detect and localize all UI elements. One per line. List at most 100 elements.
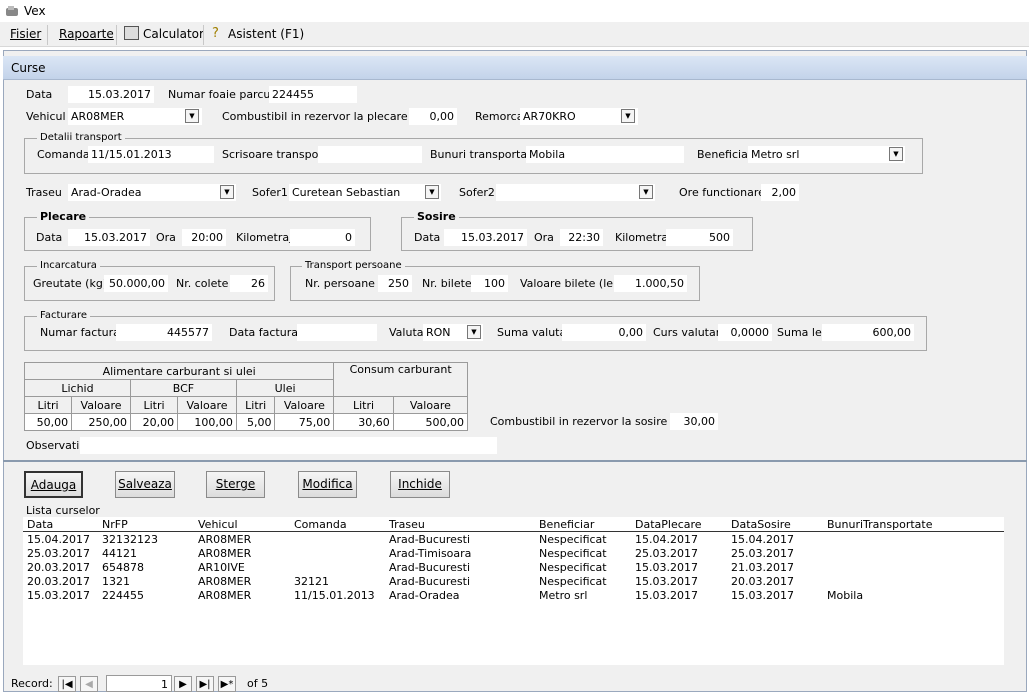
suma-valuta-field[interactable]: 0,00 bbox=[562, 324, 646, 341]
lichid-valoare-field[interactable]: 250,00 bbox=[71, 413, 131, 431]
table-cell[interactable]: 25.03.2017 bbox=[635, 547, 698, 560]
persoane-nr-field[interactable]: 250 bbox=[378, 275, 412, 292]
last-record-icon[interactable]: ▶| bbox=[196, 676, 214, 692]
next-record-icon[interactable]: ▶ bbox=[174, 676, 192, 692]
table-cell[interactable]: 32121 bbox=[294, 575, 329, 588]
plecare-data-field[interactable]: 15.03.2017 bbox=[68, 229, 150, 246]
table-cell[interactable]: 15.03.2017 bbox=[635, 561, 698, 574]
table-cell[interactable]: Nespecificat bbox=[539, 533, 607, 546]
modifica-button[interactable]: Modifica bbox=[298, 471, 357, 498]
lichid-litri-field[interactable]: 50,00 bbox=[23, 413, 73, 431]
new-record-icon[interactable]: ▶* bbox=[218, 676, 236, 692]
foaie-field[interactable]: 224455 bbox=[269, 86, 357, 103]
menu-fisier[interactable]: Fisier bbox=[10, 27, 41, 41]
valoare-bilete-field[interactable]: 1.000,50 bbox=[614, 275, 687, 292]
salveaza-button[interactable]: Salveaza bbox=[115, 471, 175, 498]
menu-calculator[interactable]: Calculator bbox=[143, 27, 204, 41]
ulei-litri-field[interactable]: 5,00 bbox=[235, 413, 276, 431]
table-cell[interactable]: 15.03.2017 bbox=[635, 589, 698, 602]
data-factura-field[interactable] bbox=[297, 324, 377, 341]
table-cell[interactable]: 1321 bbox=[102, 575, 130, 588]
vehicul-dropdown-icon[interactable]: ▼ bbox=[185, 109, 199, 123]
adauga-button[interactable]: Adauga bbox=[24, 471, 83, 498]
beneficiar-dropdown-icon[interactable]: ▼ bbox=[889, 147, 903, 161]
column-header-vehicul[interactable]: Vehicul bbox=[198, 518, 238, 531]
table-cell[interactable]: 20.03.2017 bbox=[27, 561, 90, 574]
table-cell[interactable]: Nespecificat bbox=[539, 561, 607, 574]
menu-rapoarte[interactable]: Rapoarte bbox=[59, 27, 114, 41]
sterge-button[interactable]: Sterge bbox=[206, 471, 265, 498]
column-header-beneficiar[interactable]: Beneficiar bbox=[539, 518, 594, 531]
table-cell[interactable]: Nespecificat bbox=[539, 547, 607, 560]
column-header-dataplecare[interactable]: DataPlecare bbox=[635, 518, 702, 531]
scrisoare-field[interactable] bbox=[318, 146, 422, 163]
column-header-datasosire[interactable]: DataSosire bbox=[731, 518, 791, 531]
colete-field[interactable]: 26 bbox=[230, 275, 268, 292]
plecare-ora-field[interactable]: 20:00 bbox=[182, 229, 226, 246]
help-icon[interactable]: ? bbox=[212, 26, 219, 41]
table-cell[interactable]: AR08MER bbox=[198, 533, 251, 546]
bilete-field[interactable]: 100 bbox=[471, 275, 508, 292]
beneficiar-select[interactable]: Metro srl bbox=[748, 146, 905, 163]
table-cell[interactable]: 15.03.2017 bbox=[27, 589, 90, 602]
calculator-icon[interactable] bbox=[124, 26, 139, 40]
table-cell[interactable]: 44121 bbox=[102, 547, 137, 560]
table-cell[interactable]: Arad-Bucuresti bbox=[389, 533, 470, 546]
column-header-bunuri[interactable]: BunuriTransportate bbox=[827, 518, 932, 531]
table-cell[interactable]: Metro srl bbox=[539, 589, 587, 602]
curse-list[interactable]: Data NrFP Vehicul Comanda Traseu Benefic… bbox=[23, 517, 1004, 665]
column-header-comanda[interactable]: Comanda bbox=[294, 518, 347, 531]
inchide-button[interactable]: Inchide bbox=[390, 471, 450, 498]
table-cell[interactable]: 15.04.2017 bbox=[731, 533, 794, 546]
table-cell[interactable]: Arad-Timisoara bbox=[389, 547, 471, 560]
sofer2-select[interactable] bbox=[496, 184, 655, 201]
table-cell[interactable]: 15.04.2017 bbox=[635, 533, 698, 546]
bcf-litri-field[interactable]: 20,00 bbox=[129, 413, 179, 431]
table-cell[interactable]: 20.03.2017 bbox=[27, 575, 90, 588]
comanda-field[interactable]: 11/15.01.2013 bbox=[88, 146, 214, 163]
table-cell[interactable]: 20.03.2017 bbox=[731, 575, 794, 588]
previous-record-icon[interactable]: ◀ bbox=[80, 676, 98, 692]
table-cell[interactable]: Mobila bbox=[827, 589, 863, 602]
table-cell[interactable]: 15.03.2017 bbox=[731, 589, 794, 602]
bcf-valoare-field[interactable]: 100,00 bbox=[177, 413, 237, 431]
sofer1-dropdown-icon[interactable]: ▼ bbox=[425, 185, 439, 199]
suma-lei-field[interactable]: 600,00 bbox=[822, 324, 914, 341]
curs-field[interactable]: 0,0000 bbox=[718, 324, 772, 341]
table-cell[interactable]: AR08MER bbox=[198, 589, 251, 602]
first-record-icon[interactable]: |◀ bbox=[58, 676, 76, 692]
sofer1-select[interactable]: Curetean Sebastian bbox=[289, 184, 441, 201]
table-cell[interactable]: 21.03.2017 bbox=[731, 561, 794, 574]
sosire-km-field[interactable]: 500 bbox=[666, 229, 733, 246]
traseu-dropdown-icon[interactable]: ▼ bbox=[220, 185, 234, 199]
column-header-traseu[interactable]: Traseu bbox=[389, 518, 425, 531]
table-cell[interactable]: Arad-Bucuresti bbox=[389, 561, 470, 574]
comb-sosire-field[interactable]: 30,00 bbox=[670, 413, 718, 430]
sosire-data-field[interactable]: 15.03.2017 bbox=[444, 229, 527, 246]
vehicul-select[interactable]: AR08MER bbox=[68, 108, 202, 125]
numar-factura-field[interactable]: 445577 bbox=[116, 324, 212, 341]
greutate-field[interactable]: 50.000,00 bbox=[104, 275, 168, 292]
traseu-select[interactable]: Arad-Oradea bbox=[68, 184, 236, 201]
table-cell[interactable]: AR10IVE bbox=[198, 561, 245, 574]
table-cell[interactable]: Arad-Oradea bbox=[389, 589, 459, 602]
bunuri-field[interactable]: Mobila bbox=[526, 146, 684, 163]
table-cell[interactable]: AR08MER bbox=[198, 575, 251, 588]
table-cell[interactable]: 32132123 bbox=[102, 533, 158, 546]
table-cell[interactable]: 25.03.2017 bbox=[731, 547, 794, 560]
valuta-dropdown-icon[interactable]: ▼ bbox=[467, 325, 481, 339]
column-header-nrfp[interactable]: NrFP bbox=[102, 518, 128, 531]
sosire-ora-field[interactable]: 22:30 bbox=[560, 229, 603, 246]
column-header-data[interactable]: Data bbox=[27, 518, 53, 531]
remorca-dropdown-icon[interactable]: ▼ bbox=[621, 109, 635, 123]
table-cell[interactable]: 11/15.01.2013 bbox=[294, 589, 375, 602]
comb-plecare-field[interactable]: 0,00 bbox=[409, 108, 457, 125]
table-cell[interactable]: AR08MER bbox=[198, 547, 251, 560]
table-cell[interactable]: Nespecificat bbox=[539, 575, 607, 588]
record-current-field[interactable]: 1 bbox=[106, 675, 172, 692]
table-cell[interactable]: 25.03.2017 bbox=[27, 547, 90, 560]
ulei-valoare-field[interactable]: 75,00 bbox=[274, 413, 335, 431]
table-cell[interactable]: 15.04.2017 bbox=[27, 533, 90, 546]
sofer2-dropdown-icon[interactable]: ▼ bbox=[639, 185, 653, 199]
ore-field[interactable]: 2,00 bbox=[761, 184, 799, 201]
